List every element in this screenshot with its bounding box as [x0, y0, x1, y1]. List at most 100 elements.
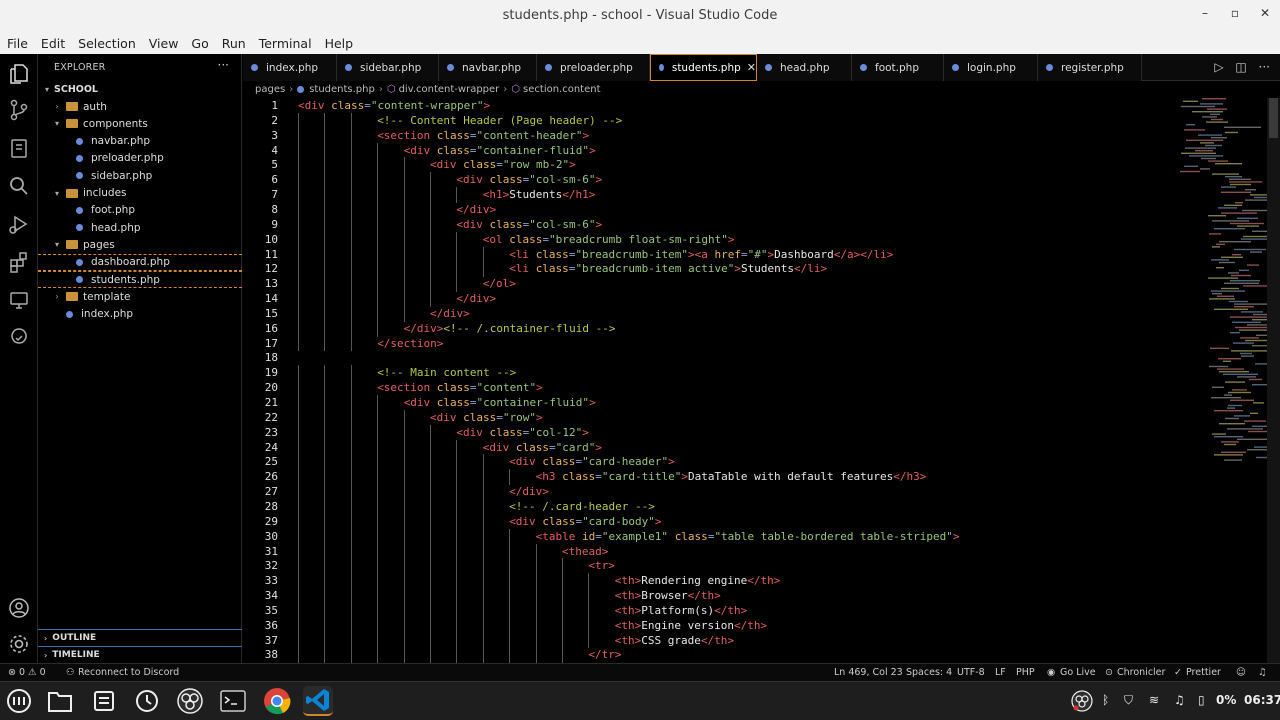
testing-icon[interactable] — [7, 326, 31, 350]
tree-file[interactable]: students.php — [38, 271, 242, 288]
code-line[interactable]: <div class="card-body"> — [509, 515, 661, 528]
tab-index[interactable]: index.php — [243, 54, 337, 81]
code-line[interactable]: <div class="col-sm-6"> — [456, 173, 602, 186]
code-line[interactable]: <!-- Main content --> — [377, 366, 516, 379]
archive-manager-icon[interactable] — [89, 686, 119, 716]
explorer-icon[interactable] — [7, 62, 31, 86]
encoding[interactable]: UTF-8 — [957, 667, 985, 678]
go-live-button[interactable]: Go Live — [1060, 667, 1096, 678]
menu-go[interactable]: Go — [188, 36, 208, 51]
code-line[interactable]: <!-- Content Header (Page header) --> — [377, 114, 622, 127]
code-line[interactable]: </ol> — [483, 277, 516, 290]
remote-explorer-icon[interactable] — [7, 288, 31, 312]
tree-folder[interactable]: ▾ components — [38, 115, 242, 132]
code-editor[interactable]: 1 <div class="content-wrapper"> 2 <!-- Cont… — [243, 98, 1258, 663]
tree-root-school[interactable]: ▾ SCHOOL — [38, 81, 242, 98]
indentation[interactable]: Spaces: 4 — [906, 667, 952, 678]
run-debug-icon[interactable] — [7, 212, 31, 236]
code-line[interactable]: <thead> — [562, 545, 608, 558]
menu-help[interactable]: Help — [322, 36, 354, 51]
discord-status[interactable]: Reconnect to Discord — [78, 667, 179, 678]
start-menu-icon[interactable] — [4, 686, 34, 716]
shield-icon[interactable]: ⛉ — [1124, 693, 1133, 708]
code-line[interactable]: </div> — [430, 307, 470, 320]
obs-tray-icon[interactable] — [1071, 690, 1093, 715]
tab-preloader[interactable]: preloader.php — [537, 54, 650, 81]
file-manager-icon[interactable] — [45, 686, 75, 716]
terminal-icon[interactable] — [218, 686, 248, 716]
code-line[interactable]: </section> — [377, 337, 443, 350]
battery-icon[interactable]: ▯ — [1198, 693, 1205, 707]
tab-register[interactable]: register.php — [1038, 54, 1142, 81]
breadcrumb-file[interactable]: students.php — [309, 84, 375, 95]
code-line[interactable]: </tr> — [588, 648, 621, 661]
tab-head[interactable]: head.php — [757, 54, 852, 81]
tab-sidebar[interactable]: sidebar.php — [337, 54, 439, 81]
breadcrumb-section[interactable]: section.content — [523, 84, 600, 95]
tree-folder[interactable]: ▾ pages — [38, 236, 242, 253]
code-line[interactable]: <div class="card-header"> — [509, 455, 675, 468]
timeline-section[interactable]: › TIMELINE — [38, 646, 242, 663]
extensions-icon[interactable] — [7, 250, 31, 274]
code-line[interactable]: <th>Platform(s)</th> — [615, 604, 747, 617]
code-line[interactable]: </div><!-- /.container-fluid --> — [404, 322, 616, 335]
explorer-more-button[interactable]: ··· — [218, 58, 229, 72]
volume-icon[interactable]: ♫ — [1174, 693, 1185, 707]
tab-students[interactable]: students.php ✕ — [650, 54, 757, 81]
breadcrumb-element[interactable]: div.content-wrapper — [399, 84, 500, 95]
code-line[interactable]: <div class="col-12"> — [456, 426, 588, 439]
menu-terminal[interactable]: Terminal — [256, 36, 312, 51]
menu-view[interactable]: View — [146, 36, 179, 51]
outline-section[interactable]: › OUTLINE — [38, 629, 242, 646]
minimize-button[interactable]: – — [1196, 6, 1214, 20]
bluetooth-icon[interactable]: ᛒ — [1102, 693, 1109, 707]
language-mode[interactable]: PHP — [1016, 667, 1035, 678]
clipboard-icon[interactable] — [7, 136, 31, 160]
chronicler-button[interactable]: Chronicler — [1117, 667, 1165, 678]
go-live-preview-icon[interactable]: ▷ — [1214, 60, 1223, 74]
close-tab-icon[interactable]: ✕ — [747, 61, 756, 74]
cursor-position[interactable]: Ln 469, Col 23 — [834, 667, 903, 678]
wifi-icon[interactable]: ≋ — [1149, 693, 1159, 707]
problems-indicator[interactable]: ⊗ 0 ⚠ 0 — [8, 667, 46, 678]
code-line[interactable]: <th>Rendering engine</th> — [615, 574, 781, 587]
code-line[interactable]: <table id="example1" class="table table-… — [536, 530, 960, 543]
tab-foot[interactable]: foot.php — [852, 54, 944, 81]
code-line[interactable]: <h3 class="card-title">DataTable with de… — [536, 470, 927, 483]
tab-navbar[interactable]: navbar.php — [439, 54, 537, 81]
system-monitor-icon[interactable] — [132, 686, 162, 716]
more-actions-icon[interactable]: ··· — [1259, 60, 1270, 74]
code-line[interactable]: </div> — [509, 485, 549, 498]
code-line[interactable]: <div class="col-sm-6"> — [456, 218, 602, 231]
tree-file[interactable]: sidebar.php — [38, 167, 242, 184]
editor-scrollbar[interactable] — [1267, 98, 1280, 663]
search-icon[interactable] — [7, 174, 31, 198]
code-line[interactable]: <div class="container-fluid"> — [404, 144, 596, 157]
code-line[interactable]: <tr> — [588, 559, 615, 572]
tree-folder[interactable]: › template — [38, 288, 242, 305]
tree-file[interactable]: navbar.php — [38, 133, 242, 150]
tree-file[interactable]: preloader.php — [38, 150, 242, 167]
code-line[interactable]: <h1>Students</h1> — [483, 188, 596, 201]
feedback-icon[interactable]: ☺ — [1236, 667, 1246, 678]
code-line[interactable]: <div class="row"> — [430, 411, 543, 424]
clock[interactable]: 06:37 — [1244, 693, 1280, 707]
obs-studio-icon[interactable] — [175, 686, 205, 716]
split-editor-icon[interactable]: ◫ — [1235, 60, 1246, 74]
code-line[interactable]: <th>CSS grade</th> — [615, 634, 734, 647]
menu-run[interactable]: Run — [219, 36, 246, 51]
code-line[interactable]: </div> — [456, 292, 496, 305]
tree-file[interactable]: dashboard.php — [38, 253, 242, 271]
code-line[interactable]: <th>Browser</th> — [615, 589, 721, 602]
code-line[interactable]: <section class="content"> — [377, 381, 543, 394]
code-line[interactable]: <div class="row mb-2"> — [430, 158, 576, 171]
maximize-button[interactable]: ▫ — [1226, 6, 1244, 20]
prettier-button[interactable]: Prettier — [1186, 667, 1221, 678]
end-of-line[interactable]: LF — [995, 667, 1006, 678]
tree-folder[interactable]: › auth — [38, 98, 242, 115]
tab-login[interactable]: login.php — [944, 54, 1038, 81]
code-line[interactable]: <div class="content-wrapper"> — [298, 99, 490, 112]
code-line[interactable]: <div class="card"> — [483, 441, 602, 454]
code-line[interactable]: <!-- /.card-header --> — [509, 500, 655, 513]
code-line[interactable]: <ol class="breadcrumb float-sm-right"> — [483, 233, 735, 246]
